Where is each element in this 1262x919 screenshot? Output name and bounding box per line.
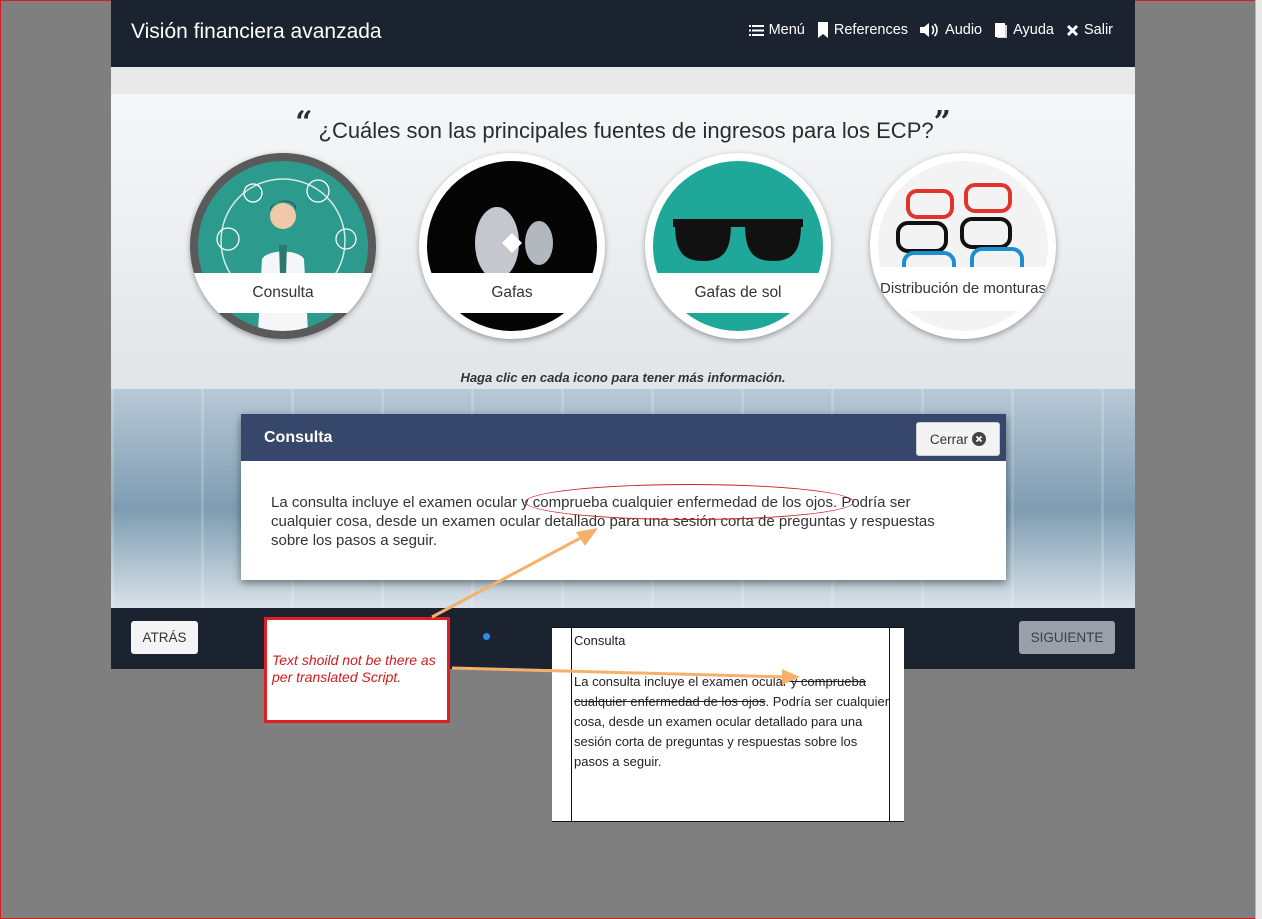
nav-audio-label: Audio xyxy=(945,22,983,38)
next-button[interactable]: SIGUIENTE xyxy=(1019,621,1115,654)
quote-open: “ xyxy=(295,105,313,140)
script-text-part-1: La consulta incluye el examen ocular xyxy=(574,674,788,689)
option-distribucion-monturas[interactable]: Distribución de monturas xyxy=(870,153,1056,339)
slide-question: “ ¿Cuáles son las principales fuentes de… xyxy=(111,105,1135,144)
top-bar: Visión financiera avanzada Menú Referenc… xyxy=(111,0,1135,67)
option-gafas[interactable]: Gafas xyxy=(419,153,605,339)
option-consulta[interactable]: Consulta xyxy=(190,153,376,339)
option-label: Gafas xyxy=(419,273,605,313)
nav-audio[interactable]: Audio xyxy=(920,22,982,38)
nav-exit-label: Salir xyxy=(1083,22,1113,38)
menu-icon xyxy=(748,24,764,36)
app-title: Visión financiera avanzada xyxy=(131,20,382,43)
translated-script-excerpt: Consulta La consulta incluye el examen o… xyxy=(552,627,904,822)
nav-menu-label: Menú xyxy=(768,22,805,38)
scrollbar[interactable] xyxy=(1255,0,1262,919)
review-note-box: Text shoild not be there as per translat… xyxy=(264,617,450,723)
nav-references-label: References xyxy=(833,22,909,38)
option-label: Distribución de monturas xyxy=(870,267,1056,311)
nav-exit[interactable]: Salir xyxy=(1066,22,1113,38)
quote-close: ” xyxy=(933,105,951,140)
table-line-left xyxy=(571,628,572,821)
popup-title: Consulta xyxy=(264,429,333,446)
close-circle-icon xyxy=(972,432,987,446)
nav-help[interactable]: Ayuda xyxy=(994,22,1054,38)
speaker-icon xyxy=(920,23,938,37)
option-label: Gafas de sol xyxy=(645,273,831,313)
top-nav: Menú References Audio Ayuda Salir xyxy=(748,22,1113,38)
back-button[interactable]: ATRÁS xyxy=(131,621,198,654)
nav-menu[interactable]: Menú xyxy=(748,22,805,38)
nav-references[interactable]: References xyxy=(817,22,908,38)
close-label: Cerrar xyxy=(929,431,969,447)
close-icon xyxy=(1066,24,1079,36)
bookmark-icon xyxy=(817,22,828,38)
progress-dot xyxy=(483,633,490,640)
course-player: Visión financiera avanzada Menú Referenc… xyxy=(111,0,1135,669)
book-icon xyxy=(995,23,1008,38)
option-label: Consulta xyxy=(190,273,376,313)
slide-stage: “ ¿Cuáles son las principales fuentes de… xyxy=(111,67,1135,608)
popup-body: La consulta incluye el examen ocular y c… xyxy=(271,494,935,549)
review-note-text: Text shoild not be there as per translat… xyxy=(272,652,436,685)
instruction-hint: Haga clic en cada icono para tener más i… xyxy=(460,370,786,385)
nav-help-label: Ayuda xyxy=(1013,22,1054,38)
question-text: ¿Cuáles son las principales fuentes de i… xyxy=(318,118,934,143)
option-gafas-de-sol[interactable]: Gafas de sol xyxy=(645,153,831,339)
popup-header: Consulta Cerrar xyxy=(241,414,1006,461)
script-title: Consulta xyxy=(574,633,626,648)
script-text: La consulta incluye el examen ocular y c… xyxy=(574,672,892,772)
stage-band xyxy=(111,67,1135,95)
info-popup: Consulta Cerrar La consulta incluye el e… xyxy=(241,414,1006,580)
popup-close-button[interactable]: Cerrar xyxy=(916,422,1000,456)
